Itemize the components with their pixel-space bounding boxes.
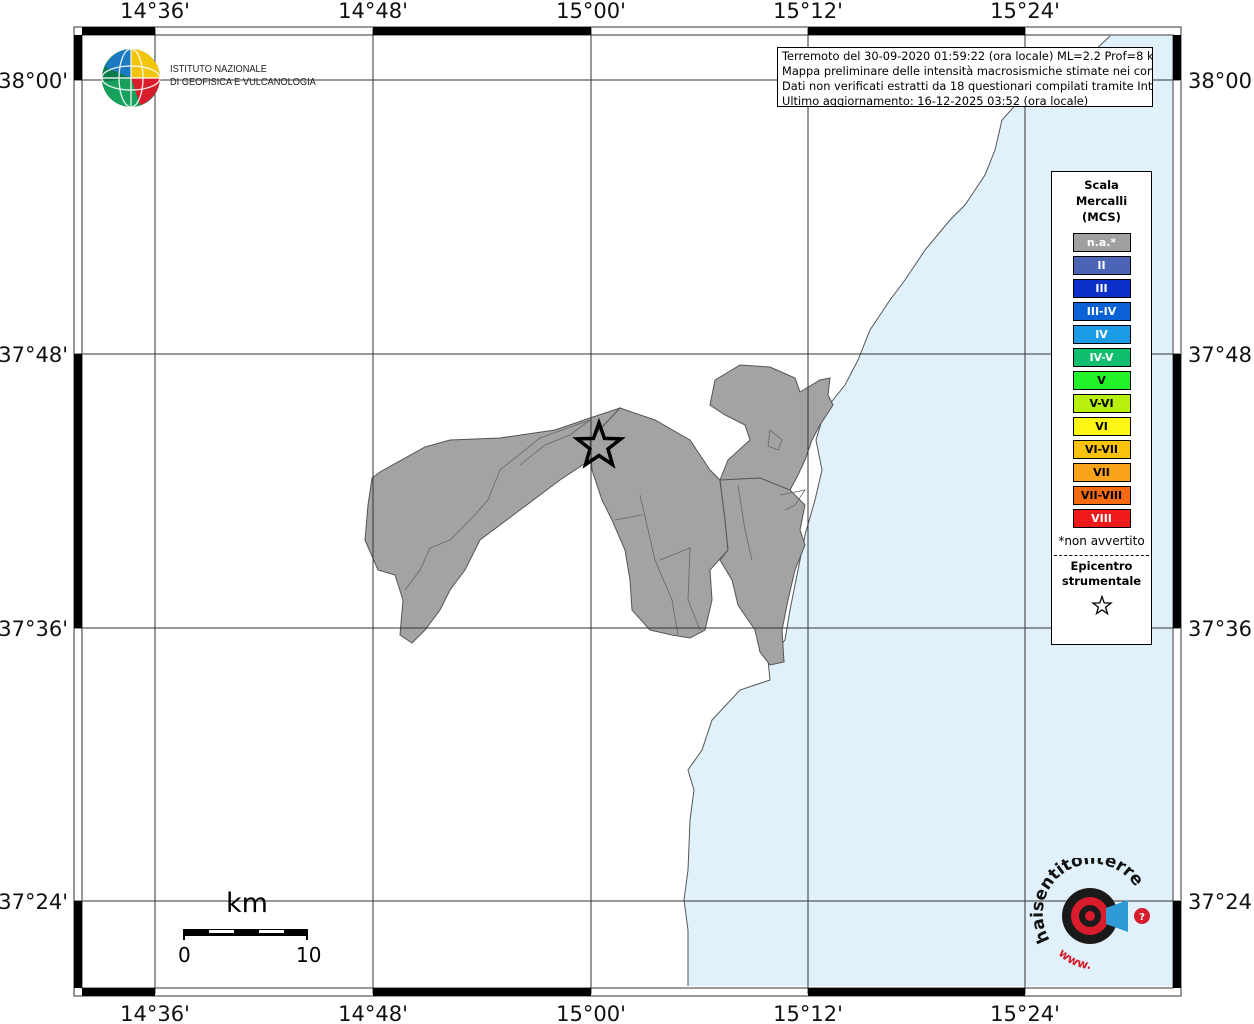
legend-scale-list: n.a.* II III III-IV IV IV-V V V-VI VI VI-VII VII VI… — [1052, 233, 1151, 528]
event-info-line: Dati non verificati estratti da 18 quest… — [782, 79, 1153, 93]
lon-label: 15°12' — [773, 1002, 843, 1024]
svg-text:?: ? — [1139, 912, 1145, 923]
event-info-line: Mappa preliminare delle intensità macros… — [782, 64, 1153, 78]
scale-bar-unit: km — [226, 888, 268, 919]
lat-label: 37°48' — [1188, 343, 1254, 367]
legend-divider — [1054, 555, 1149, 556]
lat-label: 38°00' — [1188, 69, 1254, 93]
latitude-labels-right: 38°00' 37°48' 37°36' 37°24' — [1188, 69, 1254, 914]
legend-star-icon — [1090, 595, 1113, 616]
legend-title-line: Scala — [1084, 178, 1119, 192]
legend-title-line: Mercalli — [1075, 194, 1128, 208]
lon-label: 14°48' — [338, 1002, 408, 1024]
lat-label: 37°24' — [1188, 890, 1254, 914]
lon-label: 14°36' — [120, 0, 190, 23]
scale-bar-start: 0 — [178, 943, 191, 967]
lon-label: 15°24' — [990, 0, 1060, 23]
lat-label: 37°24' — [0, 890, 68, 914]
lat-label: 37°48' — [0, 343, 68, 367]
felt-area-group — [364, 364, 834, 666]
lat-label: 37°36' — [0, 617, 68, 641]
haisentito-logo: haisentitoilterremoto.it www. ? — [1019, 843, 1158, 978]
legend-note: *non avvertito — [1058, 534, 1145, 548]
ingv-name-line1: ISTITUTO NAZIONALE — [170, 63, 267, 75]
lat-label: 37°36' — [1188, 617, 1254, 641]
ingv-logo: ISTITUTO NAZIONALE DI GEOFISICA E VULCAN… — [100, 47, 330, 109]
legend-swatch: VII-VIII — [1072, 486, 1131, 505]
legend-swatch: III — [1072, 279, 1131, 298]
event-info-box: Terremoto del 30-09-2020 01:59:22 (ora l… — [777, 47, 1153, 107]
scale-bar: km 0 10 — [178, 888, 322, 973]
legend-title-line: (MCS) — [1082, 210, 1121, 224]
event-info-line: Terremoto del 30-09-2020 01:59:22 (ora l… — [782, 49, 1153, 63]
latitude-labels-left: 38°00' 37°48' 37°36' 37°24' — [0, 69, 68, 914]
legend-swatch: VIII — [1072, 509, 1131, 528]
mcs-legend: Scala Mercalli (MCS) n.a.* II III III-IV IV I… — [1051, 171, 1152, 645]
lon-label: 14°36' — [120, 1002, 190, 1024]
globe-icon — [101, 48, 161, 108]
event-info-line: Ultimo aggiornamento: 16-12-2025 03:52 (… — [782, 94, 1089, 107]
legend-swatch: V — [1072, 371, 1131, 390]
legend-epicenter-title: Epicentro strumentale — [1052, 559, 1151, 589]
legend-swatch: IV — [1072, 325, 1131, 344]
legend-epicenter-line: strumentale — [1061, 574, 1142, 588]
lon-label: 15°00' — [556, 0, 626, 23]
lon-label: 15°24' — [990, 1002, 1060, 1024]
ingv-name: ISTITUTO NAZIONALE DI GEOFISICA E VULCAN… — [170, 63, 316, 89]
legend-swatch: VII — [1072, 463, 1131, 482]
legend-swatch: VI — [1072, 417, 1131, 436]
hst-logo-www: www. — [1056, 946, 1092, 972]
legend-swatch: IV-V — [1072, 348, 1131, 367]
scale-bar-end: 10 — [296, 943, 322, 967]
longitude-labels-top: 14°36' 14°48' 15°00' 15°12' 15°24' — [120, 0, 1060, 23]
legend-swatch: n.a.* — [1072, 233, 1131, 252]
lon-label: 15°00' — [556, 1002, 626, 1024]
legend-swatch: V-VI — [1072, 394, 1131, 413]
lon-label: 15°12' — [773, 0, 843, 23]
longitude-labels-bottom: 14°36' 14°48' 15°00' 15°12' 15°24' — [120, 1002, 1060, 1024]
legend-swatch: II — [1072, 256, 1131, 275]
lon-label: 14°48' — [338, 0, 408, 23]
ingv-name-line2: DI GEOFISICA E VULCANOLOGIA — [170, 76, 316, 88]
lat-label: 38°00' — [0, 69, 68, 93]
legend-title: Scala Mercalli (MCS) — [1052, 177, 1151, 225]
felt-area-central — [589, 407, 729, 639]
legend-swatch: III-IV — [1072, 302, 1131, 321]
legend-swatch: VI-VII — [1072, 440, 1131, 459]
legend-epicenter-line: Epicentro — [1070, 559, 1133, 573]
hst-logo-graphic: haisentitoilterremoto.it www. ? — [1019, 843, 1150, 972]
